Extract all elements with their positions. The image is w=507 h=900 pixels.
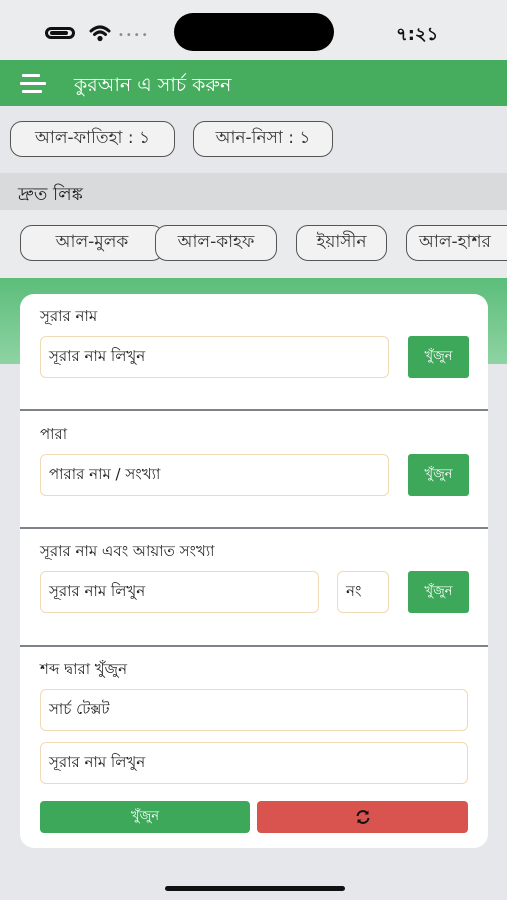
menu-icon[interactable]	[20, 74, 48, 94]
ayah-search-button[interactable]: খুঁজুন	[408, 571, 469, 613]
page-title: কুরআন এ সার্চ করুন	[74, 74, 232, 96]
dynamic-island	[174, 13, 334, 51]
para-search-button[interactable]: খুঁজুন	[408, 454, 469, 496]
divider	[20, 645, 488, 647]
surah-search-button[interactable]: খুঁজুন	[408, 336, 469, 378]
signal-icon	[45, 27, 75, 39]
surah-section-label: সূরার নাম	[40, 307, 98, 325]
quick-links-row[interactable]: আল-মুলক আল-কাহফ ইয়াসীন আল-হাশর	[0, 210, 507, 278]
home-indicator[interactable]	[165, 886, 345, 891]
quick-link-yasin[interactable]: ইয়াসীন	[296, 225, 387, 261]
para-input[interactable]: পারার নাম / সংখ্যা	[40, 454, 389, 496]
search-card: সূরার নাম সূরার নাম লিখুন খুঁজুন পারা পা…	[20, 294, 488, 848]
surah-name-input[interactable]: সূরার নাম লিখুন	[40, 336, 389, 378]
quick-link-al-mulk[interactable]: আল-মুলক	[20, 225, 164, 261]
ayah-surah-input[interactable]: সূরার নাম লিখুন	[40, 571, 319, 613]
recent-chip-an-nisa[interactable]: আন-নিসা : ১	[193, 121, 333, 157]
word-surah-input[interactable]: সূরার নাম লিখুন	[40, 742, 468, 784]
word-search-text-input[interactable]: সার্চ টেক্সট	[40, 689, 468, 731]
ayah-number-input[interactable]: নং	[337, 571, 389, 613]
quick-links-header: দ্রুত লিঙ্ক	[0, 173, 507, 210]
quick-link-al-kahf[interactable]: আল-কাহফ	[155, 225, 277, 261]
app-header: কুরআন এ সার্চ করুন	[0, 60, 507, 106]
carrier-dots: ••••	[118, 30, 150, 41]
divider	[20, 527, 488, 529]
refresh-icon	[356, 810, 369, 824]
quick-links-title: দ্রুত লিঙ্ক	[18, 184, 83, 205]
status-bar: •••• ৭:২১	[0, 0, 507, 60]
quick-link-al-hashr[interactable]: আল-হাশর	[406, 225, 507, 261]
para-section-label: পারা	[40, 425, 68, 443]
ayah-section-label: সূরার নাম এবং আয়াত সংখ্যা	[40, 542, 215, 560]
word-section-label: শব্দ দ্বারা খুঁজুন	[40, 660, 128, 678]
status-time: ৭:২১	[396, 24, 439, 45]
reset-button[interactable]	[257, 801, 468, 833]
recent-chip-al-fatiha[interactable]: আল-ফাতিহা : ১	[10, 121, 175, 157]
divider	[20, 409, 488, 411]
word-search-button[interactable]: খুঁজুন	[40, 801, 250, 833]
wifi-icon	[89, 25, 111, 42]
